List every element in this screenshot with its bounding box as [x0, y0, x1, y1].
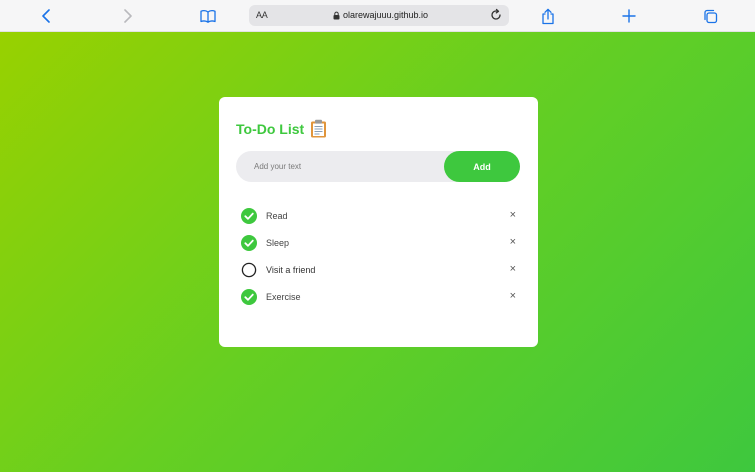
task-list: Read × Sleep × Visit a friend × Exercise…: [241, 202, 516, 310]
forward-icon[interactable]: [117, 6, 137, 26]
new-tab-icon[interactable]: [619, 6, 639, 26]
remove-button[interactable]: ×: [510, 264, 516, 275]
checked-icon[interactable]: [241, 288, 257, 305]
checked-icon[interactable]: [241, 234, 257, 251]
clipboard-icon: [311, 119, 327, 138]
add-task-row: Add: [236, 151, 520, 182]
back-icon[interactable]: [37, 6, 57, 26]
add-button[interactable]: Add: [444, 151, 520, 182]
reload-icon[interactable]: [489, 8, 503, 22]
remove-button[interactable]: ×: [510, 291, 516, 302]
task-item[interactable]: Read ×: [241, 202, 516, 229]
url-domain: olarewajuuu.github.io: [343, 10, 429, 20]
checked-icon[interactable]: [241, 207, 257, 224]
todo-card: To-Do List Add Read × Sle: [219, 97, 538, 347]
tabs-overview-icon[interactable]: [700, 6, 720, 26]
lock-icon: [333, 11, 340, 20]
task-label: Read: [266, 210, 288, 221]
task-label: Sleep: [266, 237, 290, 248]
task-item[interactable]: Visit a friend ×: [241, 256, 516, 283]
task-item[interactable]: Sleep ×: [241, 229, 516, 256]
browser-toolbar: AA olarewajuuu.github.io: [0, 0, 755, 32]
task-label: Visit a friend: [266, 264, 316, 275]
title-row: To-Do List: [236, 119, 327, 138]
remove-button[interactable]: ×: [510, 237, 516, 248]
task-label: Exercise: [266, 291, 301, 302]
reader-aa-button[interactable]: AA: [256, 10, 268, 20]
page-background: To-Do List Add Read × Sle: [0, 32, 755, 472]
remove-button[interactable]: ×: [510, 210, 516, 221]
unchecked-icon[interactable]: [241, 262, 257, 278]
address-bar[interactable]: AA olarewajuuu.github.io: [249, 5, 509, 26]
share-icon[interactable]: [538, 6, 558, 26]
bookmarks-icon[interactable]: [198, 6, 218, 26]
task-item[interactable]: Exercise ×: [241, 283, 516, 310]
page-title: To-Do List: [236, 120, 305, 137]
